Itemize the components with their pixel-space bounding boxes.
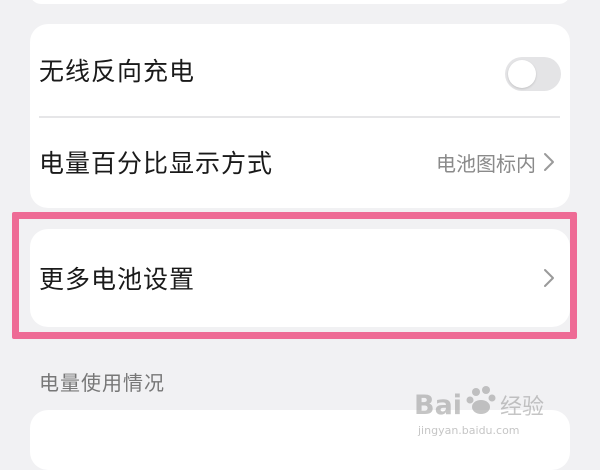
battery-percentage-display-value: 电池图标内 <box>436 151 536 176</box>
toggle-knob <box>508 60 536 88</box>
svg-text:经验: 经验 <box>500 395 544 420</box>
highlight-annotation-box <box>12 212 577 339</box>
battery-percentage-display-row[interactable]: 电量百分比显示方式 电池图标内 <box>30 116 570 208</box>
wireless-reverse-charging-row[interactable]: 无线反向充电 <box>30 24 570 116</box>
chevron-right-icon <box>540 151 558 173</box>
battery-usage-section-header: 电量使用情况 <box>39 371 165 395</box>
baidu-jingyan-watermark: Bai 经验 jingyan.baidu.com <box>412 384 572 438</box>
svg-text:Bai: Bai <box>414 390 462 421</box>
battery-percentage-display-label: 电量百分比显示方式 <box>39 149 274 178</box>
wireless-reverse-charging-toggle[interactable] <box>505 57 561 91</box>
previous-settings-card <box>30 0 570 4</box>
wireless-reverse-charging-label: 无线反向充电 <box>39 57 196 86</box>
battery-settings-card: 无线反向充电 电量百分比显示方式 电池图标内 <box>30 24 570 208</box>
svg-text:jingyan.baidu.com: jingyan.baidu.com <box>417 424 520 437</box>
watermark-logo-image: Bai 经验 jingyan.baidu.com <box>414 386 544 437</box>
